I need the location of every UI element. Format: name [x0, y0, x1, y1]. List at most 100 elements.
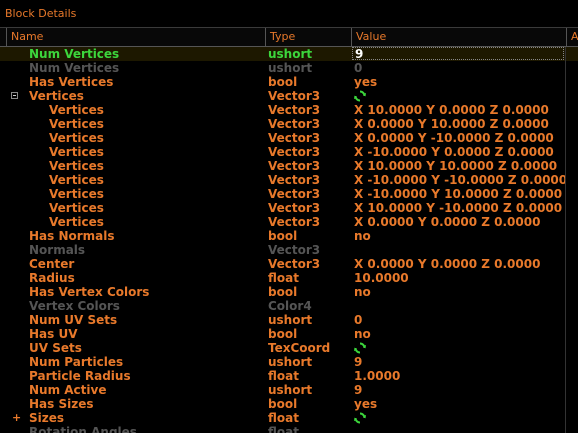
table-row[interactable]: Vertices Vector3 X -10.0000 Y 0.0000 Z 0…: [0, 145, 578, 159]
row-type: Vector3: [268, 131, 321, 145]
table-row[interactable]: Has Normals bool no: [0, 229, 578, 243]
row-name: Num UV Sets: [29, 313, 118, 327]
column-type-header[interactable]: Type: [265, 28, 351, 46]
row-value: no: [354, 285, 371, 299]
row-type: Vector3: [268, 215, 321, 229]
table-row[interactable]: Num Vertices ushort 9: [0, 47, 578, 61]
row-value: X 10.0000 Y 10.0000 Z 0.0000: [354, 159, 558, 173]
row-name: Vertices: [49, 131, 104, 145]
row-name: Sizes: [29, 411, 65, 425]
row-type: float: [268, 411, 299, 425]
row-name: Num Particles: [29, 355, 124, 369]
panel-title: Block Details: [0, 0, 578, 28]
table-row[interactable]: Vertices Vector3 X -10.0000 Y -10.0000 Z…: [0, 173, 578, 187]
row-value: 9: [354, 383, 363, 397]
row-type: ushort: [268, 47, 313, 61]
row-type: TexCoord: [268, 341, 331, 355]
row-type: ushort: [268, 355, 313, 369]
row-name: Has Vertex Colors: [29, 285, 150, 299]
row-value: X -10.0000 Y -10.0000 Z 0.0000: [354, 173, 566, 187]
row-value: 0: [354, 313, 363, 327]
table-row[interactable]: Normals Vector3: [0, 243, 578, 257]
table-row[interactable]: Center Vector3 X 0.0000 Y 0.0000 Z 0.000…: [0, 257, 578, 271]
table-row[interactable]: Vertices Vector3 X 10.0000 Y 10.0000 Z 0…: [0, 159, 578, 173]
table-row[interactable]: Vertices Vector3 X 0.0000 Y -10.0000 Z 0…: [0, 131, 578, 145]
row-type: bool: [268, 229, 298, 243]
row-type: Color4: [268, 299, 312, 313]
row-value: X -10.0000 Y 10.0000 Z 0.0000: [354, 187, 563, 201]
row-type: Vector3: [268, 257, 321, 271]
row-name: Has Normals: [29, 229, 115, 243]
column-header: Name Type Value Ar: [0, 28, 578, 47]
row-name: Vertex Colors: [29, 299, 120, 313]
row-type: bool: [268, 327, 298, 341]
row-value: yes: [354, 397, 378, 411]
row-value: [354, 411, 566, 425]
row-name: Num Vertices: [29, 61, 120, 75]
row-type: bool: [268, 75, 298, 89]
row-type: Vector3: [268, 89, 321, 103]
table-row[interactable]: UV Sets TexCoord: [0, 341, 578, 355]
table-row[interactable]: Num Vertices ushort 0: [0, 61, 578, 75]
row-type: Vector3: [268, 173, 321, 187]
row-type: ushort: [268, 61, 313, 75]
table-row[interactable]: Has Vertex Colors bool no: [0, 285, 578, 299]
row-type: bool: [268, 285, 298, 299]
row-name: Vertices: [29, 89, 84, 103]
column-name-header[interactable]: Name: [6, 28, 265, 46]
table-row[interactable]: Vertices Vector3 X 10.0000 Y 0.0000 Z 0.…: [0, 103, 578, 117]
row-value: X 0.0000 Y -10.0000 Z 0.0000: [354, 131, 554, 145]
value-input[interactable]: 9: [352, 47, 564, 60]
row-value: [354, 243, 566, 257]
extra-column: [565, 47, 578, 433]
row-value: X 0.0000 Y 0.0000 Z 0.0000: [354, 257, 541, 271]
row-type: float: [268, 369, 299, 383]
row-name: Has Vertices: [29, 75, 114, 89]
table-row[interactable]: Vertices Vector3 X 10.0000 Y -10.0000 Z …: [0, 201, 578, 215]
row-type: Vector3: [268, 187, 321, 201]
row-type: Vector3: [268, 159, 321, 173]
row-type: Vector3: [268, 145, 321, 159]
table-row[interactable]: Has Vertices bool yes: [0, 75, 578, 89]
row-value: X -10.0000 Y 0.0000 Z 0.0000: [354, 145, 554, 159]
table-row[interactable]: Vertices Vector3 X -10.0000 Y 10.0000 Z …: [0, 187, 578, 201]
row-value: [354, 425, 566, 433]
table-row[interactable]: Vertices Vector3: [0, 89, 578, 103]
row-type: float: [268, 271, 299, 285]
table-row[interactable]: Num Active ushort 9: [0, 383, 578, 397]
row-value: X 0.0000 Y 0.0000 Z 0.0000: [354, 215, 541, 229]
refresh-icon[interactable]: [354, 90, 366, 102]
table-row[interactable]: Rotation Angles float: [0, 425, 578, 433]
row-value: 9: [354, 355, 363, 369]
table-row[interactable]: Vertex Colors Color4: [0, 299, 578, 313]
row-name: Num Active: [29, 383, 107, 397]
table-row[interactable]: Has Sizes bool yes: [0, 397, 578, 411]
column-extra-header[interactable]: Ar: [566, 28, 578, 46]
row-name: Particle Radius: [29, 369, 131, 383]
row-value: no: [354, 229, 371, 243]
row-type: float: [268, 425, 299, 433]
row-name: Radius: [29, 271, 75, 285]
table-row[interactable]: Vertices Vector3 X 0.0000 Y 10.0000 Z 0.…: [0, 117, 578, 131]
row-value: yes: [354, 75, 378, 89]
row-value: [354, 341, 566, 355]
row-type: ushort: [268, 313, 313, 327]
row-name: Has UV: [29, 327, 78, 341]
row-value: [354, 89, 566, 103]
table-row[interactable]: Vertices Vector3 X 0.0000 Y 0.0000 Z 0.0…: [0, 215, 578, 229]
table-row[interactable]: + Sizes float: [0, 411, 578, 425]
table-row[interactable]: Has UV bool no: [0, 327, 578, 341]
refresh-icon[interactable]: [354, 342, 366, 354]
row-name: Vertices: [49, 103, 104, 117]
table-row[interactable]: Num UV Sets ushort 0: [0, 313, 578, 327]
refresh-icon[interactable]: [354, 412, 366, 424]
table-row[interactable]: Particle Radius float 1.0000: [0, 369, 578, 383]
row-type: bool: [268, 397, 298, 411]
row-name: Vertices: [49, 159, 104, 173]
row-name: Vertices: [49, 215, 104, 229]
row-type: ushort: [268, 383, 313, 397]
table-row[interactable]: Radius float 10.0000: [0, 271, 578, 285]
table-row[interactable]: Num Particles ushort 9: [0, 355, 578, 369]
column-value-header[interactable]: Value: [351, 28, 566, 46]
row-name: Normals: [29, 243, 86, 257]
